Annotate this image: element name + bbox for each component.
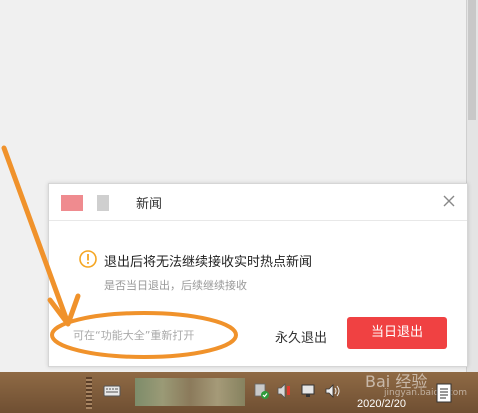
close-icon[interactable] [441,193,457,209]
quit-today-button[interactable]: 当日退出 [347,317,447,349]
dialog-sub-message: 是否当日退出，后续继续接收 [104,279,247,292]
logo-blurred-red [61,195,83,211]
reopen-hint: 可在“功能大全”重新打开 [73,329,195,342]
logo-blurred-gray [97,195,109,211]
dialog-header: 新闻 [49,184,467,221]
security-icon[interactable] [254,382,270,400]
volume-icon[interactable] [324,382,340,400]
app-logo [57,194,131,212]
taskbar-date[interactable]: 2020/2/20 [357,398,406,410]
network-icon[interactable] [300,382,316,400]
news-exit-dialog: 新闻 退出后将无法继续接收实时热点新闻 是否当日退出，后续继续接收 可在“功能大… [48,183,468,367]
warning-icon [79,250,97,268]
tray-icons-blurred [135,378,245,406]
dialog-message: 退出后将无法继续接收实时热点新闻 [104,255,313,270]
notification-icon[interactable] [435,381,453,405]
watermark-sub: jingyan.baidu.com [384,388,468,398]
scrollbar-thumb[interactable] [468,0,476,120]
keyboard-icon[interactable] [103,384,121,398]
volume-warning-icon[interactable] [276,382,292,400]
dialog-title: 新闻 [136,197,163,212]
quit-forever-button[interactable]: 永久退出 [275,327,327,346]
taskbar-grip[interactable] [86,377,92,409]
